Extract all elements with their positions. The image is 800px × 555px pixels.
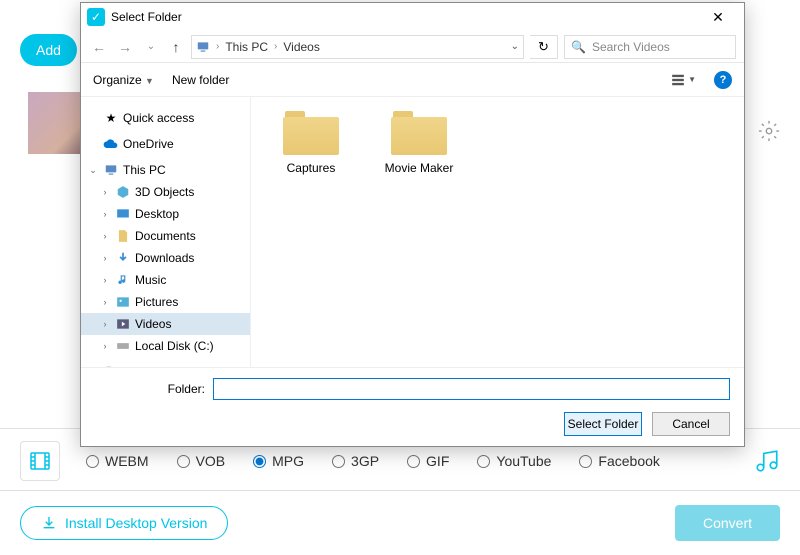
convert-button[interactable]: Convert xyxy=(675,505,780,541)
video-icon xyxy=(115,318,131,330)
tree-quick-access[interactable]: ★Quick access xyxy=(81,107,250,129)
folder-field-label: Folder: xyxy=(95,382,205,396)
address-bar[interactable]: › This PC › Videos ⌄ xyxy=(191,35,524,59)
organize-menu[interactable]: Organize ▼ xyxy=(93,73,154,87)
add-button[interactable]: Add xyxy=(20,34,77,66)
search-icon: 🔍 xyxy=(571,40,586,54)
address-dropdown-icon[interactable]: ⌄ xyxy=(511,41,519,52)
cube-icon xyxy=(115,185,131,199)
disk-icon xyxy=(115,340,131,352)
tree-downloads[interactable]: ›Downloads xyxy=(81,247,250,269)
refresh-icon[interactable]: ↻ xyxy=(530,35,558,59)
music-icon xyxy=(115,273,131,287)
format-webm[interactable]: WEBM xyxy=(86,453,149,469)
download-icon xyxy=(115,251,131,265)
cloud-icon xyxy=(103,138,119,150)
folder-icon xyxy=(283,111,339,155)
view-options-icon[interactable]: ▼ xyxy=(670,73,696,87)
select-folder-button[interactable]: Select Folder xyxy=(564,412,642,436)
format-3gp[interactable]: 3GP xyxy=(332,453,379,469)
picture-icon xyxy=(115,296,131,308)
tree-music[interactable]: ›Music xyxy=(81,269,250,291)
format-mpg[interactable]: MPG xyxy=(253,453,304,469)
chevron-right-icon[interactable]: › xyxy=(216,41,219,52)
app-icon: ✓ xyxy=(87,8,105,26)
tree-this-pc[interactable]: ⌄This PC xyxy=(81,159,250,181)
collapse-icon[interactable]: ⌄ xyxy=(87,165,99,176)
settings-icon[interactable] xyxy=(758,120,780,142)
chevron-down-icon: ▼ xyxy=(145,76,154,86)
folder-content[interactable]: Captures Movie Maker xyxy=(251,97,744,367)
close-icon[interactable]: ✕ xyxy=(698,9,738,26)
pc-icon xyxy=(103,163,119,177)
music-icon[interactable] xyxy=(754,448,780,474)
install-desktop-button[interactable]: Install Desktop Version xyxy=(20,506,228,540)
format-facebook[interactable]: Facebook xyxy=(579,453,659,469)
search-input[interactable]: 🔍 Search Videos xyxy=(564,35,736,59)
titlebar: ✓ Select Folder ✕ xyxy=(81,3,744,31)
up-icon[interactable]: ↑ xyxy=(167,39,185,55)
folder-captures[interactable]: Captures xyxy=(271,111,351,175)
folder-movie-maker[interactable]: Movie Maker xyxy=(379,111,459,175)
format-vob[interactable]: VOB xyxy=(177,453,226,469)
tree-desktop[interactable]: ›Desktop xyxy=(81,203,250,225)
tree-videos[interactable]: ›Videos xyxy=(81,313,250,335)
navigation-bar: ← → ⌄ ↑ › This PC › Videos ⌄ ↻ 🔍 Search … xyxy=(81,31,744,63)
format-youtube[interactable]: YouTube xyxy=(477,453,551,469)
forward-icon: → xyxy=(115,39,135,55)
folder-name-input[interactable] xyxy=(213,378,730,400)
folder-tree: ★Quick access OneDrive ⌄This PC ›3D Obje… xyxy=(81,97,251,367)
tree-onedrive[interactable]: OneDrive xyxy=(81,133,250,155)
pc-icon xyxy=(196,40,210,54)
tree-local-disk[interactable]: ›Local Disk (C:) xyxy=(81,335,250,357)
dialog-title: Select Folder xyxy=(111,10,182,24)
new-folder-button[interactable]: New folder xyxy=(172,73,229,87)
tree-3d-objects[interactable]: ›3D Objects xyxy=(81,181,250,203)
help-icon[interactable]: ? xyxy=(714,71,732,89)
chevron-right-icon[interactable]: › xyxy=(274,41,277,52)
star-icon: ★ xyxy=(103,111,119,125)
film-icon[interactable] xyxy=(20,441,60,481)
breadcrumb-thispc[interactable]: This PC xyxy=(225,40,268,54)
cancel-button[interactable]: Cancel xyxy=(652,412,730,436)
desktop-icon xyxy=(115,208,131,220)
document-icon xyxy=(115,229,131,243)
tree-documents[interactable]: ›Documents xyxy=(81,225,250,247)
footer-bar: Install Desktop Version Convert xyxy=(0,490,800,555)
history-chevron-icon[interactable]: ⌄ xyxy=(141,41,161,52)
breadcrumb-videos[interactable]: Videos xyxy=(283,40,319,54)
tree-pictures[interactable]: ›Pictures xyxy=(81,291,250,313)
dialog-footer: Folder: Select Folder Cancel xyxy=(81,367,744,446)
back-icon[interactable]: ← xyxy=(89,39,109,55)
select-folder-dialog: ✓ Select Folder ✕ ← → ⌄ ↑ › This PC › Vi… xyxy=(80,2,745,447)
toolbar: Organize ▼ New folder ▼ ? xyxy=(81,63,744,97)
folder-icon xyxy=(391,111,447,155)
format-gif[interactable]: GIF xyxy=(407,453,449,469)
